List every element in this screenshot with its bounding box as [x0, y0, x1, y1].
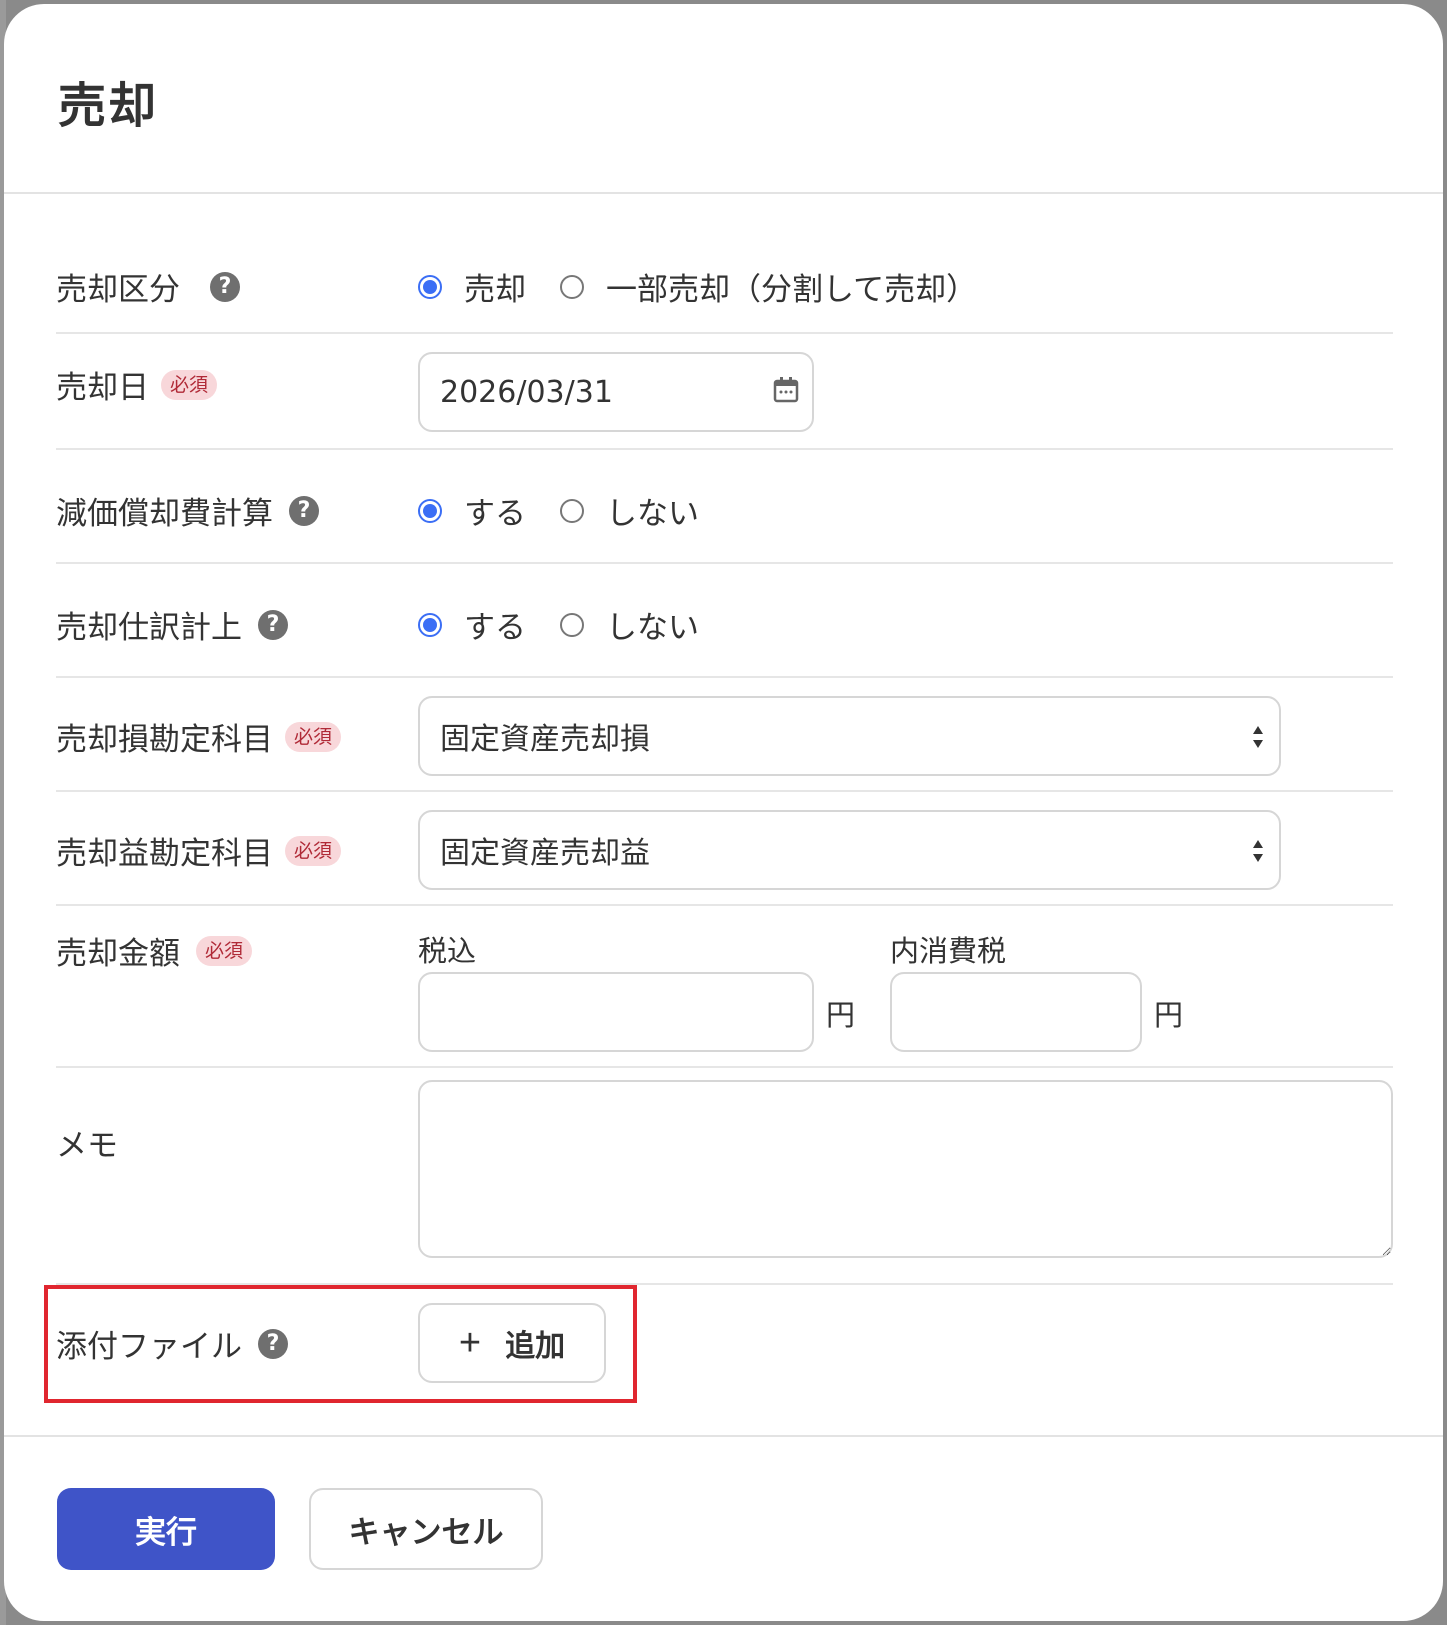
help-icon[interactable]: ?: [289, 495, 319, 526]
calendar-icon[interactable]: [772, 376, 800, 404]
depreciation-radio-group: する しない: [418, 488, 733, 533]
radio-label: しない: [606, 610, 699, 646]
radio-option-partial-sale[interactable]: 一部売却（分割して売却）: [560, 264, 977, 309]
radio-button-checked[interactable]: [418, 498, 442, 523]
sale-amount-label: 売却金額: [56, 936, 180, 972]
row-memo: メモ: [56, 1068, 1393, 1285]
memo-textarea[interactable]: [418, 1080, 1393, 1258]
yen-unit: 円: [1154, 998, 1184, 1032]
radio-option-do[interactable]: する: [418, 488, 526, 533]
tax-included-label: 税込: [418, 934, 477, 968]
row-sale-type: 売却区分 ? 売却 一部売却（分割して売却）: [56, 258, 1393, 334]
radio-label: 一部売却（分割して売却）: [606, 272, 978, 308]
help-icon[interactable]: ?: [210, 271, 240, 302]
radio-option-do-not[interactable]: しない: [560, 602, 699, 647]
sale-date-label-wrap: 売却日 必須: [56, 362, 218, 407]
consumption-tax-input[interactable]: [890, 972, 1142, 1052]
radio-button[interactable]: [560, 274, 584, 299]
radio-button-checked[interactable]: [418, 612, 442, 637]
sale-type-radio-group: 売却 一部売却（分割して売却）: [418, 264, 1011, 309]
gain-account-select[interactable]: 固定資産売却益: [418, 810, 1281, 890]
required-badge: 必須: [285, 721, 342, 752]
select-arrows-icon: [1253, 840, 1263, 862]
loss-account-label-wrap: 売却損勘定科目 必須: [56, 714, 342, 759]
gain-account-label: 売却益勘定科目: [56, 836, 273, 872]
required-badge: 必須: [285, 835, 342, 866]
row-sale-date: 売却日 必須 2026/03/31: [56, 334, 1393, 450]
highlight-annotation-box: [44, 1285, 637, 1403]
memo-label-wrap: メモ: [56, 1120, 118, 1165]
radio-label: しない: [606, 496, 699, 532]
journal-radio-group: する しない: [418, 602, 733, 647]
depreciation-calc-label: 減価償却費計算: [56, 496, 273, 532]
radio-label: する: [464, 610, 526, 646]
radio-option-sale[interactable]: 売却: [418, 264, 526, 309]
tax-included-input[interactable]: [418, 972, 814, 1052]
radio-button[interactable]: [560, 612, 584, 637]
gain-account-label-wrap: 売却益勘定科目 必須: [56, 828, 342, 873]
radio-option-do-not[interactable]: しない: [560, 488, 699, 533]
loss-account-select[interactable]: 固定資産売却損: [418, 696, 1281, 776]
yen-unit: 円: [826, 998, 856, 1032]
footer-divider: [4, 1435, 1443, 1437]
loss-account-label: 売却損勘定科目: [56, 722, 273, 758]
sale-amount-label-wrap: 売却金額 必須: [56, 928, 253, 973]
sale-type-label-wrap: 売却区分 ?: [56, 264, 240, 309]
dialog-header: 売却: [4, 4, 1443, 194]
cancel-button[interactable]: キャンセル: [309, 1488, 543, 1570]
sale-type-label: 売却区分: [56, 272, 180, 308]
radio-label: 売却: [464, 272, 526, 308]
consumption-tax-label: 内消費税: [890, 934, 1007, 968]
journal-entry-label: 売却仕訳計上: [56, 610, 242, 646]
execute-button[interactable]: 実行: [57, 1488, 275, 1570]
memo-label: メモ: [56, 1128, 118, 1164]
sale-dialog: 売却 売却区分 ? 売却 一部売却（分割して売却） 売却日 必須 2026/03…: [4, 4, 1443, 1621]
row-journal-entry: 売却仕訳計上 ? する しない: [56, 564, 1393, 678]
select-arrows-icon: [1253, 726, 1263, 748]
row-sale-amount: 売却金額 必須 税込 円 内消費税 円: [56, 906, 1393, 1068]
sale-date-label: 売却日: [56, 370, 149, 406]
required-badge: 必須: [196, 935, 253, 966]
journal-label-wrap: 売却仕訳計上 ?: [56, 602, 288, 647]
radio-button-checked[interactable]: [418, 274, 442, 299]
required-badge: 必須: [161, 369, 218, 400]
row-gain-account: 売却益勘定科目 必須 固定資産売却益: [56, 792, 1393, 906]
radio-option-do[interactable]: する: [418, 602, 526, 647]
dialog-title: 売却: [58, 78, 159, 134]
sale-date-input[interactable]: 2026/03/31: [418, 352, 814, 432]
row-loss-account: 売却損勘定科目 必須 固定資産売却損: [56, 678, 1393, 792]
gain-account-value: 固定資産売却益: [440, 836, 650, 871]
sale-date-value: 2026/03/31: [440, 374, 613, 410]
row-depreciation-calc: 減価償却費計算 ? する しない: [56, 450, 1393, 564]
radio-button[interactable]: [560, 498, 584, 523]
help-icon[interactable]: ?: [258, 609, 288, 640]
radio-label: する: [464, 496, 526, 532]
loss-account-value: 固定資産売却損: [440, 722, 650, 757]
depreciation-label-wrap: 減価償却費計算 ?: [56, 488, 319, 533]
